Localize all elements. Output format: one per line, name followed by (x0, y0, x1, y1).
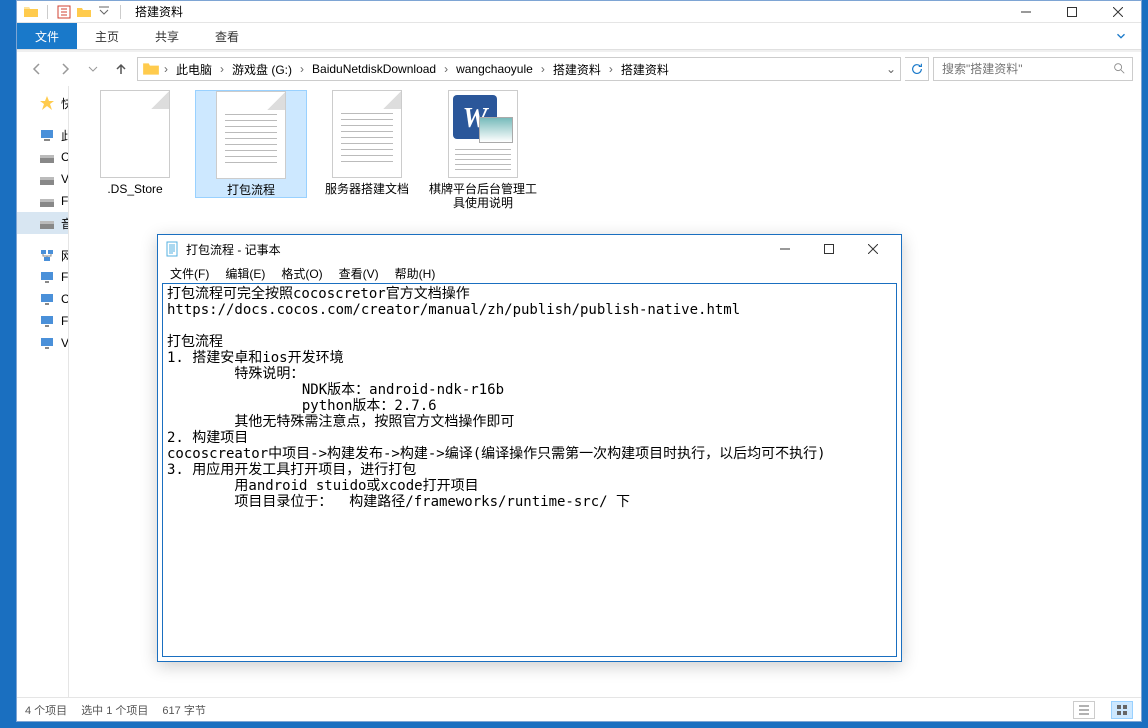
search-box[interactable] (933, 57, 1133, 81)
chevron-down-icon[interactable]: ⌄ (884, 62, 898, 76)
window-title: 搭建资料 (131, 3, 1003, 20)
sidebar-item-computer[interactable]: C (17, 288, 68, 310)
sidebar-item-drive[interactable]: 音 (17, 212, 68, 234)
np-menu-file[interactable]: 文件(F) (162, 265, 217, 282)
np-menu-format[interactable]: 格式(O) (273, 265, 330, 282)
search-icon (1112, 61, 1126, 78)
text-file-icon (216, 91, 286, 179)
ribbon: 文件 主页 共享 查看 (17, 23, 1141, 49)
drive-icon (39, 171, 55, 187)
sidebar-item-drive[interactable]: F (17, 190, 68, 212)
search-input[interactable] (940, 61, 1112, 77)
np-close-button[interactable] (851, 235, 895, 263)
drive-icon (39, 193, 55, 209)
sidebar-item-network[interactable]: 网 (17, 244, 68, 266)
sidebar-item-drive[interactable]: V (17, 168, 68, 190)
nav-back-button[interactable] (25, 57, 49, 81)
monitor-icon (39, 291, 55, 307)
np-maximize-button[interactable] (807, 235, 851, 263)
sidebar-item-computer[interactable]: V (17, 332, 68, 354)
folder-icon (142, 60, 160, 78)
monitor-icon (39, 335, 55, 351)
notepad-title: 打包流程 - 记事本 (186, 241, 763, 258)
file-item[interactable]: W 棋牌平台后台管理工具使用说明 (427, 90, 539, 210)
chevron-right-icon[interactable]: › (162, 62, 170, 76)
word-doc-icon: W (448, 90, 518, 178)
explorer-window: 搭建资料 文件 主页 共享 查看 › 此电脑› 游戏盘 (G:)› BaiduN… (16, 0, 1142, 722)
open-icon[interactable] (76, 4, 92, 20)
notepad-icon (164, 241, 180, 257)
breadcrumb-item[interactable]: wangchaoyule (450, 58, 539, 80)
status-size: 617 字节 (162, 702, 205, 718)
breadcrumb-item[interactable]: 游戏盘 (G:) (226, 58, 298, 80)
status-selection: 选中 1 个项目 (81, 702, 148, 718)
explorer-titlebar[interactable]: 搭建资料 (17, 1, 1141, 23)
np-menu-help[interactable]: 帮助(H) (387, 265, 444, 282)
breadcrumb-item[interactable]: 搭建资料 (547, 58, 607, 80)
star-icon (39, 95, 55, 111)
drive-icon (39, 215, 55, 231)
maximize-button[interactable] (1049, 1, 1095, 23)
qat-dropdown-icon[interactable] (96, 4, 112, 20)
ribbon-tab-share[interactable]: 共享 (137, 23, 197, 49)
nav-forward-button[interactable] (53, 57, 77, 81)
sidebar-item-drive[interactable]: C (17, 146, 68, 168)
close-button[interactable] (1095, 1, 1141, 23)
status-count: 4 个项目 (25, 702, 67, 718)
address-bar: › 此电脑› 游戏盘 (G:)› BaiduNetdiskDownload› w… (17, 52, 1141, 86)
file-item[interactable]: .DS_Store (79, 90, 191, 196)
ribbon-tab-home[interactable]: 主页 (77, 23, 137, 49)
ribbon-help-icon[interactable] (1101, 23, 1141, 49)
np-menu-edit[interactable]: 编辑(E) (217, 265, 273, 282)
file-label: 打包流程 (196, 183, 306, 197)
ribbon-tab-view[interactable]: 查看 (197, 23, 257, 49)
file-pane[interactable]: .DS_Store 打包流程服务器搭建文档 W 棋牌平台后台管理工具使用说明 打包流程… (69, 86, 1141, 697)
ribbon-file-tab[interactable]: 文件 (17, 23, 77, 49)
nav-recent-button[interactable] (81, 57, 105, 81)
file-icon (100, 90, 170, 178)
breadcrumb-item[interactable]: 搭建资料 (615, 58, 675, 80)
sidebar[interactable]: 快 此 C V F 音 网 F C F V (17, 86, 69, 697)
monitor-icon (39, 313, 55, 329)
sidebar-item-pc[interactable]: 此 (17, 124, 68, 146)
notepad-titlebar[interactable]: 打包流程 - 记事本 (158, 235, 901, 263)
folder-icon (23, 4, 39, 20)
view-details-button[interactable] (1073, 701, 1095, 719)
file-item[interactable]: 打包流程 (195, 90, 307, 198)
np-menu-view[interactable]: 查看(V) (331, 265, 387, 282)
monitor-icon (39, 269, 55, 285)
network-icon (39, 247, 55, 263)
notepad-menubar[interactable]: 文件(F) 编辑(E) 格式(O) 查看(V) 帮助(H) (158, 263, 901, 283)
refresh-button[interactable] (905, 57, 929, 81)
file-label: 棋牌平台后台管理工具使用说明 (427, 182, 539, 210)
sidebar-item-computer[interactable]: F (17, 266, 68, 288)
breadcrumb[interactable]: › 此电脑› 游戏盘 (G:)› BaiduNetdiskDownload› w… (137, 57, 901, 81)
sidebar-item-computer[interactable]: F (17, 310, 68, 332)
text-file-icon (332, 90, 402, 178)
pc-icon (39, 127, 55, 143)
view-icons-button[interactable] (1111, 701, 1133, 719)
notepad-textarea[interactable]: 打包流程可完全按照cocoscretor官方文档操作 https://docs.… (162, 283, 897, 657)
np-minimize-button[interactable] (763, 235, 807, 263)
breadcrumb-item[interactable]: BaiduNetdiskDownload (306, 58, 442, 80)
minimize-button[interactable] (1003, 1, 1049, 23)
status-bar: 4 个项目 选中 1 个项目 617 字节 (17, 697, 1141, 721)
file-label: .DS_Store (79, 182, 191, 196)
nav-up-button[interactable] (109, 57, 133, 81)
notepad-window: 打包流程 - 记事本 文件(F) 编辑(E) 格式(O) 查看(V) 帮助(H)… (157, 234, 902, 662)
drive-icon (39, 149, 55, 165)
file-label: 服务器搭建文档 (311, 182, 423, 196)
file-item[interactable]: 服务器搭建文档 (311, 90, 423, 196)
properties-icon[interactable] (56, 4, 72, 20)
sidebar-item-quick[interactable]: 快 (17, 92, 68, 114)
breadcrumb-item[interactable]: 此电脑 (170, 58, 218, 80)
